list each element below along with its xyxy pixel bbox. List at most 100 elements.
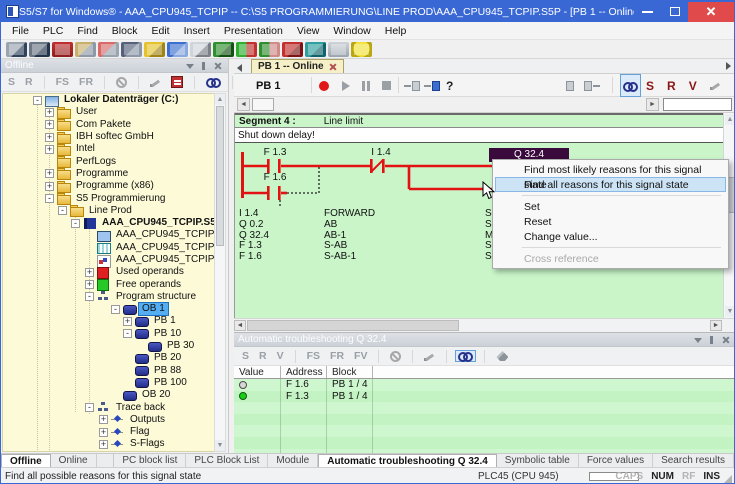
scrollbar-thumb[interactable] xyxy=(216,106,224,246)
tab-scroll-right-icon[interactable] xyxy=(722,58,734,71)
tree-item[interactable]: AAA_CPU945_TCPIP.SEQ xyxy=(3,242,214,255)
toolbar-icon[interactable] xyxy=(190,41,211,57)
tree-item[interactable]: AAA_CPU945_TCPIP.S5 xyxy=(3,229,214,242)
column-header[interactable]: Address xyxy=(281,366,327,378)
tree-item[interactable]: PB 20 xyxy=(3,352,214,364)
tree-expander-icon[interactable]: + xyxy=(45,107,54,117)
close-button[interactable] xyxy=(688,1,734,22)
help-button[interactable]: ? xyxy=(446,74,453,97)
scroll-down-icon[interactable]: ▼ xyxy=(215,440,225,451)
play-button[interactable] xyxy=(342,74,350,97)
menu-item[interactable]: Window xyxy=(326,23,377,39)
panel-close-icon[interactable] xyxy=(720,335,732,345)
view-tab[interactable]: Automatic troubleshooting Q 32.4 xyxy=(318,454,497,467)
tree-item[interactable]: + Used operands xyxy=(3,266,214,279)
context-menu-item[interactable]: Cross reference xyxy=(495,251,726,266)
context-menu-item[interactable] xyxy=(522,247,721,248)
contact-label[interactable]: I 1.4 xyxy=(364,147,398,158)
offline-toolbar-button[interactable]: R xyxy=(22,74,36,90)
tree-expander-icon[interactable]: - xyxy=(85,403,94,413)
tree-expander-icon[interactable]: + xyxy=(45,132,54,142)
context-menu-item[interactable]: Find most likely reasons for this signal… xyxy=(495,162,726,191)
tree-item[interactable]: PB 30 xyxy=(3,340,214,352)
tree-expander-icon[interactable]: + xyxy=(85,267,94,277)
tree-item[interactable]: + Free operands xyxy=(3,278,214,292)
status-letter-button[interactable]: V xyxy=(689,79,697,93)
tree-item[interactable]: + Programme xyxy=(3,168,214,181)
toolbar-icon[interactable] xyxy=(98,41,119,57)
menu-item[interactable]: Block xyxy=(105,23,145,39)
address-display-field[interactable] xyxy=(663,98,732,111)
tree-item[interactable]: - Program structure xyxy=(3,291,214,303)
tree-item[interactable]: + Flag xyxy=(3,426,214,438)
scroll-right-icon[interactable]: ► xyxy=(710,320,722,331)
panel-menu-icon[interactable] xyxy=(692,335,704,345)
tree-item[interactable]: + PB 1 xyxy=(3,315,214,327)
scroll-up-icon[interactable]: ▲ xyxy=(725,114,734,125)
dock-toolbar-button[interactable] xyxy=(374,348,383,365)
dock-toolbar-button[interactable]: S xyxy=(239,348,252,364)
toolbar-icon[interactable] xyxy=(52,41,73,57)
tree-expander-icon[interactable]: - xyxy=(45,194,54,204)
dock-toolbar-button[interactable] xyxy=(421,349,438,364)
menu-item[interactable]: View xyxy=(290,23,327,39)
view-tab[interactable]: Symbolic table xyxy=(497,454,579,467)
tree-item[interactable]: - Lokaler Datenträger (C:) xyxy=(3,94,214,107)
scroll-right-icon[interactable]: ► xyxy=(646,98,659,111)
record-button[interactable] xyxy=(319,74,329,97)
menu-item[interactable]: Presentation xyxy=(217,23,290,39)
tree-item[interactable]: + S-Flags xyxy=(3,438,214,450)
tree-item[interactable]: - S5 Programmierung xyxy=(3,192,214,206)
pin-icon[interactable] xyxy=(706,335,718,345)
tree-expander-icon[interactable]: + xyxy=(123,316,132,326)
tree-item[interactable]: - Line Prod xyxy=(3,205,214,218)
menu-item[interactable]: Find xyxy=(70,23,104,39)
view-tab[interactable]: PLC Block List xyxy=(186,454,269,467)
offline-toolbar-button[interactable] xyxy=(134,74,143,91)
dock-toolbar-button[interactable]: FS xyxy=(304,348,323,364)
panel-tab[interactable]: Online xyxy=(51,454,97,467)
context-menu-item[interactable]: Change value... xyxy=(495,229,726,244)
menu-item[interactable]: Edit xyxy=(144,23,176,39)
toolbar-icon[interactable] xyxy=(144,41,165,57)
offline-toolbar-button[interactable]: S xyxy=(5,74,18,90)
tree-expander-icon[interactable]: - xyxy=(71,218,80,228)
pin-icon[interactable] xyxy=(198,61,210,71)
tree-item[interactable]: - Trace back xyxy=(3,401,214,413)
maximize-button[interactable] xyxy=(661,2,688,22)
panel-tab[interactable]: Offline xyxy=(1,454,51,467)
toolbar-icon[interactable] xyxy=(213,41,234,57)
view-tab[interactable]: Force values xyxy=(579,454,654,467)
view-tab[interactable]: Search results xyxy=(653,454,734,467)
result-row[interactable] xyxy=(234,425,734,437)
tree-expander-icon[interactable]: + xyxy=(99,415,108,425)
tree-item[interactable]: + Intel xyxy=(3,143,214,156)
result-row[interactable] xyxy=(234,436,734,449)
tree-scrollbar[interactable]: ▲ ▼ xyxy=(214,93,226,452)
dock-toolbar-button[interactable] xyxy=(408,348,417,365)
scrollbar-thumb[interactable] xyxy=(252,98,274,111)
dock-toolbar-button[interactable] xyxy=(493,349,511,363)
toolbar-icon[interactable] xyxy=(75,41,96,57)
monitor-glasses-button[interactable] xyxy=(620,74,641,97)
tab-close-icon[interactable] xyxy=(329,63,337,71)
context-menu-item[interactable] xyxy=(522,195,721,196)
tree-item[interactable]: OB 20 xyxy=(3,389,214,401)
dock-toolbar-button[interactable] xyxy=(291,348,300,365)
tree-item[interactable]: AAA_CPU945_TCPIP.CF7 xyxy=(3,254,214,268)
document-tab[interactable]: PB 1 -- Online xyxy=(251,59,344,73)
tree-expander-icon[interactable]: + xyxy=(45,169,54,179)
dock-toolbar-button[interactable] xyxy=(442,348,451,365)
tree-expander-icon[interactable]: + xyxy=(99,427,108,437)
offline-toolbar-button[interactable] xyxy=(190,74,199,91)
editor-hscrollbar-bottom[interactable]: ◄ ► xyxy=(234,318,734,332)
view-tab[interactable]: PC block list xyxy=(114,454,187,467)
menu-item[interactable]: File xyxy=(5,23,36,39)
tree-item[interactable]: - OB 1 xyxy=(3,302,214,317)
context-menu-item[interactable]: Find all reasons for this signal state xyxy=(495,177,726,192)
dock-toolbar-button[interactable]: V xyxy=(274,348,287,364)
tree-item[interactable]: PB 88 xyxy=(3,365,214,377)
resize-grip[interactable] xyxy=(724,475,732,483)
tree-item[interactable]: PB 100 xyxy=(3,377,214,389)
minimize-button[interactable] xyxy=(634,2,661,22)
